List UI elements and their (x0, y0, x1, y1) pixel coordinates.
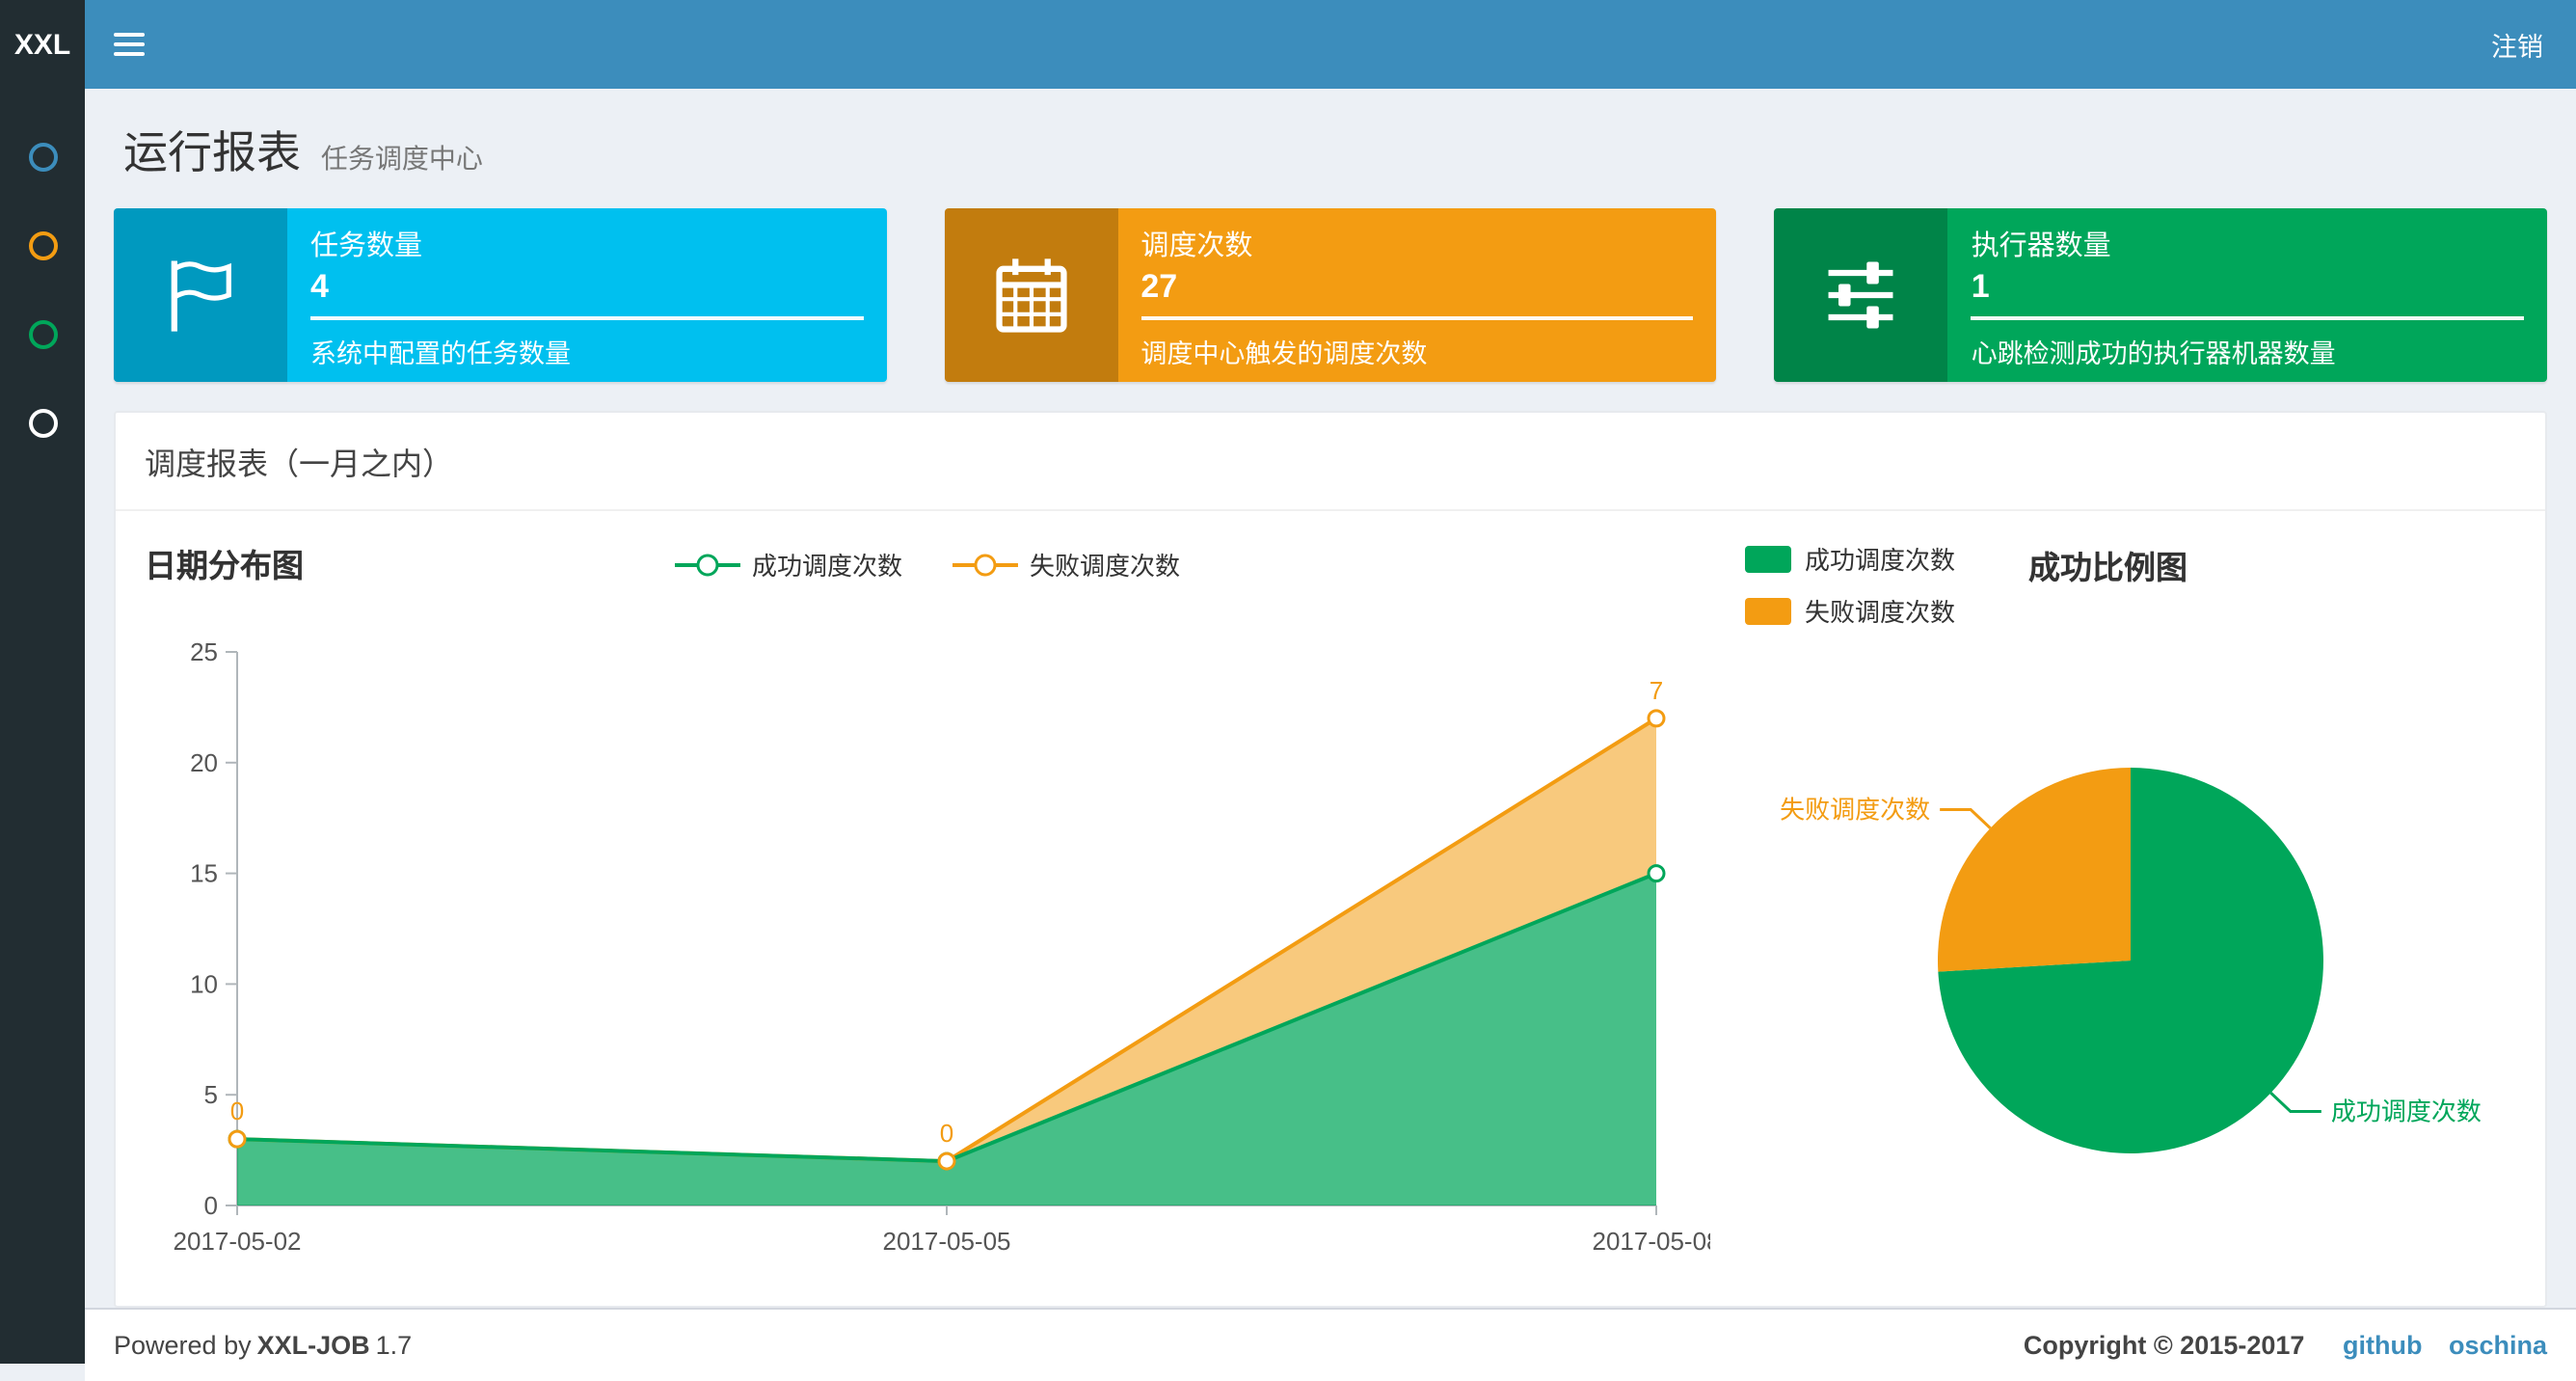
info-box-title: 调度次数 (1140, 231, 1253, 262)
legend-item[interactable]: 失败调度次数 (1745, 592, 1955, 629)
info-box-value: 1 (1971, 268, 1990, 305)
legend-item[interactable]: 成功调度次数 (1745, 540, 1955, 577)
svg-text:15: 15 (190, 859, 218, 888)
info-box-title: 执行器数量 (1971, 231, 2111, 262)
flag-icon (114, 208, 287, 382)
copyright: Copyright © 2015-2017 github oschina (2024, 1331, 2547, 1360)
svg-text:2017-05-05: 2017-05-05 (883, 1227, 1011, 1256)
legend-item[interactable]: 失败调度次数 (953, 546, 1180, 582)
svg-text:成功调度次数: 成功调度次数 (2331, 1097, 2482, 1125)
info-box-executor-count: 执行器数量 1 心跳检测成功的执行器机器数量 (1774, 208, 2548, 382)
app-logo[interactable]: XXL (0, 0, 85, 89)
pie-legend: 成功调度次数 失败调度次数 (1745, 540, 1955, 644)
powered-by: Powered by XXL-JOB 1.7 (114, 1331, 412, 1360)
svg-text:失败调度次数: 失败调度次数 (1780, 796, 1930, 825)
info-box-value: 27 (1140, 268, 1178, 305)
line-chart-head: 日期分布图 成功调度次数 失败调度次数 (145, 540, 1710, 602)
page-header: 运行报表 任务调度中心 (114, 100, 2547, 208)
calendar-icon (944, 208, 1118, 382)
divider (310, 316, 864, 320)
legend-label: 失败调度次数 (1805, 598, 1956, 627)
github-link[interactable]: github (2343, 1331, 2422, 1360)
page-title: 运行报表 (123, 127, 301, 177)
pie-chart-title: 成功比例图 (2028, 552, 2188, 586)
circle-icon (28, 408, 57, 437)
line-chart-title: 日期分布图 (145, 550, 304, 584)
divider (1971, 316, 2525, 320)
powered-by-prefix: Powered by (114, 1331, 252, 1360)
svg-text:0: 0 (230, 1097, 244, 1125)
sidebar-item-dispatch-log[interactable] (0, 289, 85, 378)
svg-text:25: 25 (190, 637, 218, 666)
sidebar-item-run-report[interactable] (0, 112, 85, 201)
logout-link[interactable]: 注销 (2458, 0, 2576, 89)
panel-body: 日期分布图 成功调度次数 失败调度次数 0 5 10 15 20 25 2017-05-02 2… (116, 511, 2545, 1306)
svg-text:7: 7 (1650, 676, 1663, 705)
product-name: XXL-JOB (256, 1331, 370, 1360)
app-logo-text: XXL (13, 28, 71, 61)
oschina-link[interactable]: oschina (2449, 1331, 2547, 1360)
legend-label: 成功调度次数 (751, 552, 902, 581)
page-subtitle: 任务调度中心 (320, 143, 483, 174)
legend-item[interactable]: 成功调度次数 (674, 546, 902, 582)
divider (1140, 316, 1694, 320)
info-box-job-count: 任务数量 4 系统中配置的任务数量 (114, 208, 887, 382)
info-box-content: 任务数量 4 系统中配置的任务数量 (287, 208, 886, 382)
sidebar-toggle-button[interactable] (85, 0, 174, 89)
footer: Powered by XXL-JOB 1.7 Copyright © 2015-20… (85, 1308, 2576, 1381)
sidebar (0, 89, 85, 1364)
info-box-trigger-count: 调度次数 27 调度中心触发的调度次数 (944, 208, 1717, 382)
info-box-desc: 心跳检测成功的执行器机器数量 (1971, 339, 2336, 368)
panel-title: 调度报表（一月之内） (116, 413, 2545, 511)
success-ratio-svg[interactable]: 成功调度次数 失败调度次数 (1764, 671, 2497, 1250)
dispatch-report-panel: 调度报表（一月之内） 日期分布图 成功调度次数 失败调度次数 0 5 10 15 20 25… (114, 411, 2547, 1308)
info-box-desc: 系统中配置的任务数量 (310, 339, 571, 368)
info-box-content: 执行器数量 1 心跳检测成功的执行器机器数量 (1948, 208, 2547, 382)
legend-label: 成功调度次数 (1805, 546, 1956, 575)
circle-icon (28, 230, 57, 259)
svg-text:2017-05-08: 2017-05-08 (1593, 1227, 1711, 1256)
circle-icon (28, 319, 57, 348)
info-box-row: 任务数量 4 系统中配置的任务数量 调度次数 27 调度中心触发的调度次数 执行… (114, 208, 2548, 382)
info-box-desc: 调度中心触发的调度次数 (1140, 339, 1428, 368)
svg-text:20: 20 (190, 748, 218, 777)
main-content: 运行报表 任务调度中心 任务数量 4 系统中配置的任务数量 调度次数 27 调度… (85, 89, 2576, 1308)
date-distribution-chart: 日期分布图 成功调度次数 失败调度次数 0 5 10 15 20 25 2017-05-02 2… (145, 540, 1721, 1277)
svg-text:5: 5 (204, 1080, 218, 1109)
circle-icon (28, 142, 57, 171)
svg-text:10: 10 (190, 969, 218, 998)
info-box-title: 任务数量 (310, 231, 422, 262)
copyright-text: Copyright © 2015-2017 (2023, 1331, 2305, 1360)
sidebar-item-job-manage[interactable] (0, 201, 85, 289)
legend-swatch (1745, 545, 1791, 572)
top-navbar: XXL 注销 (0, 0, 2576, 89)
date-distribution-svg[interactable]: 05101520252017-05-02 2017-05-05 2017-05-08… (145, 602, 1721, 1267)
sliders-icon (1774, 208, 1948, 382)
hamburger-icon (114, 27, 145, 62)
legend-label: 失败调度次数 (1030, 552, 1181, 581)
product-version: 1.7 (375, 1331, 413, 1360)
success-ratio-chart: 成功调度次数 失败调度次数 成功比例图 成功调度次数 失败调度次数 (1745, 540, 2516, 1277)
legend-line-marker-icon (953, 553, 1018, 576)
info-box-content: 调度次数 27 调度中心触发的调度次数 (1117, 208, 1716, 382)
svg-text:0: 0 (940, 1119, 953, 1148)
svg-text:2017-05-02: 2017-05-02 (174, 1227, 302, 1256)
line-chart-legend: 成功调度次数 失败调度次数 (674, 546, 1180, 582)
legend-swatch (1745, 597, 1791, 624)
info-box-value: 4 (310, 268, 329, 305)
sidebar-item-executor-manage[interactable] (0, 378, 85, 467)
svg-text:0: 0 (204, 1191, 218, 1220)
app-root: XXL 注销 运行报表 任务调度中心 任务数量 4 系统中配置的任务数量 调度次… (0, 0, 2576, 1381)
legend-line-marker-icon (674, 553, 740, 576)
pie-chart-head: 成功调度次数 失败调度次数 成功比例图 (1745, 540, 2516, 644)
